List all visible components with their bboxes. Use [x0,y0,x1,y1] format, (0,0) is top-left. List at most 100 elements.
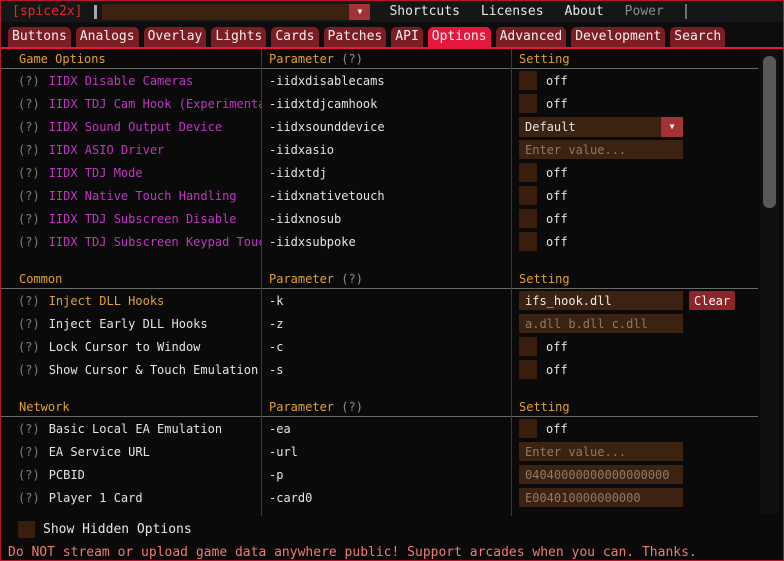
option-checkbox[interactable] [519,209,537,228]
help-icon[interactable]: (?) [18,97,40,111]
option-param: -z [261,317,511,331]
help-icon[interactable]: (?) [18,294,40,308]
tab-buttons[interactable]: Buttons [8,27,71,47]
option-setting-cell: off [511,360,783,379]
help-icon[interactable]: (?) [18,189,40,203]
option-checkbox[interactable] [519,94,537,113]
option-input[interactable]: 04040000000000000000 [519,465,683,484]
checkbox-state-label: off [546,97,568,111]
tab-development[interactable]: Development [571,27,665,47]
option-setting-cell: off [511,163,783,182]
section-header: CommonParameter (?)Setting [1,269,758,289]
option-setting-cell: a.dll b.dll c.dll [511,314,783,333]
option-checkbox[interactable] [519,163,537,182]
help-icon[interactable]: (?) [18,491,40,505]
menu-licenses[interactable]: Licenses [481,4,544,19]
option-param: -iidxsubpoke [261,235,511,249]
scrollbar[interactable] [760,50,778,514]
option-param: -iidxtdjcamhook [261,97,511,111]
option-name-cell: (?)Basic Local EA Emulation [1,422,261,436]
option-name-cell: (?) Show Cursor & Touch Emulation Button [1,363,261,377]
option-name-cell: (?) EA Service URL [1,445,261,459]
dropdown-arrow-icon[interactable]: ▼ [661,117,683,137]
warning-text: Do NOT stream or upload game data anywhe… [1,545,783,560]
help-icon[interactable]: (?) [18,166,40,180]
help-icon[interactable]: (?) [18,340,40,354]
option-input[interactable]: Enter value... [519,442,683,461]
tab-options[interactable]: Options [428,27,491,47]
help-icon[interactable]: (?) [18,74,40,88]
option-input[interactable]: Enter value... [519,140,683,159]
input-placeholder: a.dll b.dll c.dll [525,317,648,331]
param-help-icon[interactable]: (?) [341,400,363,414]
option-row: (?)IIDX Sound Output Device-iidxsounddev… [1,115,783,138]
section-header: NetworkParameter (?)Setting [1,397,758,417]
checkbox-state-label: off [546,340,568,354]
param-header-label: Parameter [269,272,334,286]
option-input[interactable]: ifs_hook.dll [519,291,683,310]
option-checkbox[interactable] [519,360,537,379]
menu-about[interactable]: About [565,4,604,19]
tab-advanced[interactable]: Advanced [496,27,567,47]
option-param: -ea [261,422,511,436]
option-label: EA Service URL [49,445,150,459]
help-icon[interactable]: (?) [18,120,40,134]
help-icon[interactable]: (?) [18,317,40,331]
help-icon[interactable]: (?) [18,143,40,157]
tab-analogs[interactable]: Analogs [76,27,139,47]
option-checkbox[interactable] [519,232,537,251]
option-label: PCBID [49,468,85,482]
option-param: -s [261,363,511,377]
option-setting-cell: off [511,337,783,356]
option-name-cell: (?)IIDX TDJ Subscreen Disable [1,212,261,226]
help-icon[interactable]: (?) [18,445,40,459]
option-label: Show Cursor & Touch Emulation Button [49,363,261,377]
dropdown-arrow-icon[interactable]: ▼ [349,4,370,20]
help-icon[interactable]: (?) [18,212,40,226]
checkbox-state-label: off [546,189,568,203]
show-hidden-checkbox[interactable] [18,521,35,538]
tab-lights[interactable]: Lights [211,27,266,47]
input-placeholder: Enter value... [525,143,626,157]
option-row: (?)IIDX TDJ Subscreen Disable-iidxnosubo… [1,207,783,230]
tab-search[interactable]: Search [670,27,725,47]
tab-cards[interactable]: Cards [271,27,318,47]
input-placeholder: Enter value... [525,445,626,459]
option-param: -p [261,468,511,482]
option-input[interactable]: a.dll b.dll c.dll [519,314,683,333]
help-icon[interactable]: (?) [18,422,40,436]
tab-patches[interactable]: Patches [324,27,387,47]
param-header-label: Parameter [269,52,334,66]
help-icon[interactable]: (?) [18,468,40,482]
option-checkbox[interactable] [519,71,537,90]
option-checkbox[interactable] [519,419,537,438]
option-name-cell: (?)IIDX Disable Cameras [1,74,261,88]
tab-overlay[interactable]: Overlay [144,27,207,47]
option-dropdown[interactable]: Default▼ [519,117,683,137]
scrollbar-thumb[interactable] [763,56,776,208]
option-name-cell: (?)IIDX ASIO Driver [1,143,261,157]
show-hidden-row: Show Hidden Options [1,520,783,539]
option-setting-cell: off [511,71,783,90]
checkbox-state-label: off [546,235,568,249]
param-column-header: Parameter (?) [261,272,511,286]
profile-dropdown[interactable]: ▼ [102,4,370,20]
option-checkbox[interactable] [519,186,537,205]
menu-power[interactable]: Power [625,4,664,19]
option-row: (?)Basic Local EA Emulation-eaoff [1,417,783,440]
help-icon[interactable]: (?) [18,363,40,377]
menu-bar: [spice2x] ▼ Shortcuts Licenses About Pow… [1,1,783,22]
param-help-icon[interactable]: (?) [341,272,363,286]
option-input[interactable]: E004010000000000 [519,488,683,507]
help-icon[interactable]: (?) [18,235,40,249]
clear-button[interactable]: Clear [689,291,735,310]
setting-column-header: Setting [511,400,570,414]
tab-api[interactable]: API [391,27,422,47]
option-row: (?)IIDX TDJ Cam Hook (Experimental)-iidx… [1,92,783,115]
section-common: CommonParameter (?)Setting (?)Inject DLL … [1,269,783,381]
option-name-cell: (?)Inject DLL Hooks [1,294,261,308]
option-row: (?)IIDX TDJ Subscreen Keypad Touch-iidxs… [1,230,783,253]
menu-shortcuts[interactable]: Shortcuts [389,4,459,19]
param-help-icon[interactable]: (?) [341,52,363,66]
option-checkbox[interactable] [519,337,537,356]
